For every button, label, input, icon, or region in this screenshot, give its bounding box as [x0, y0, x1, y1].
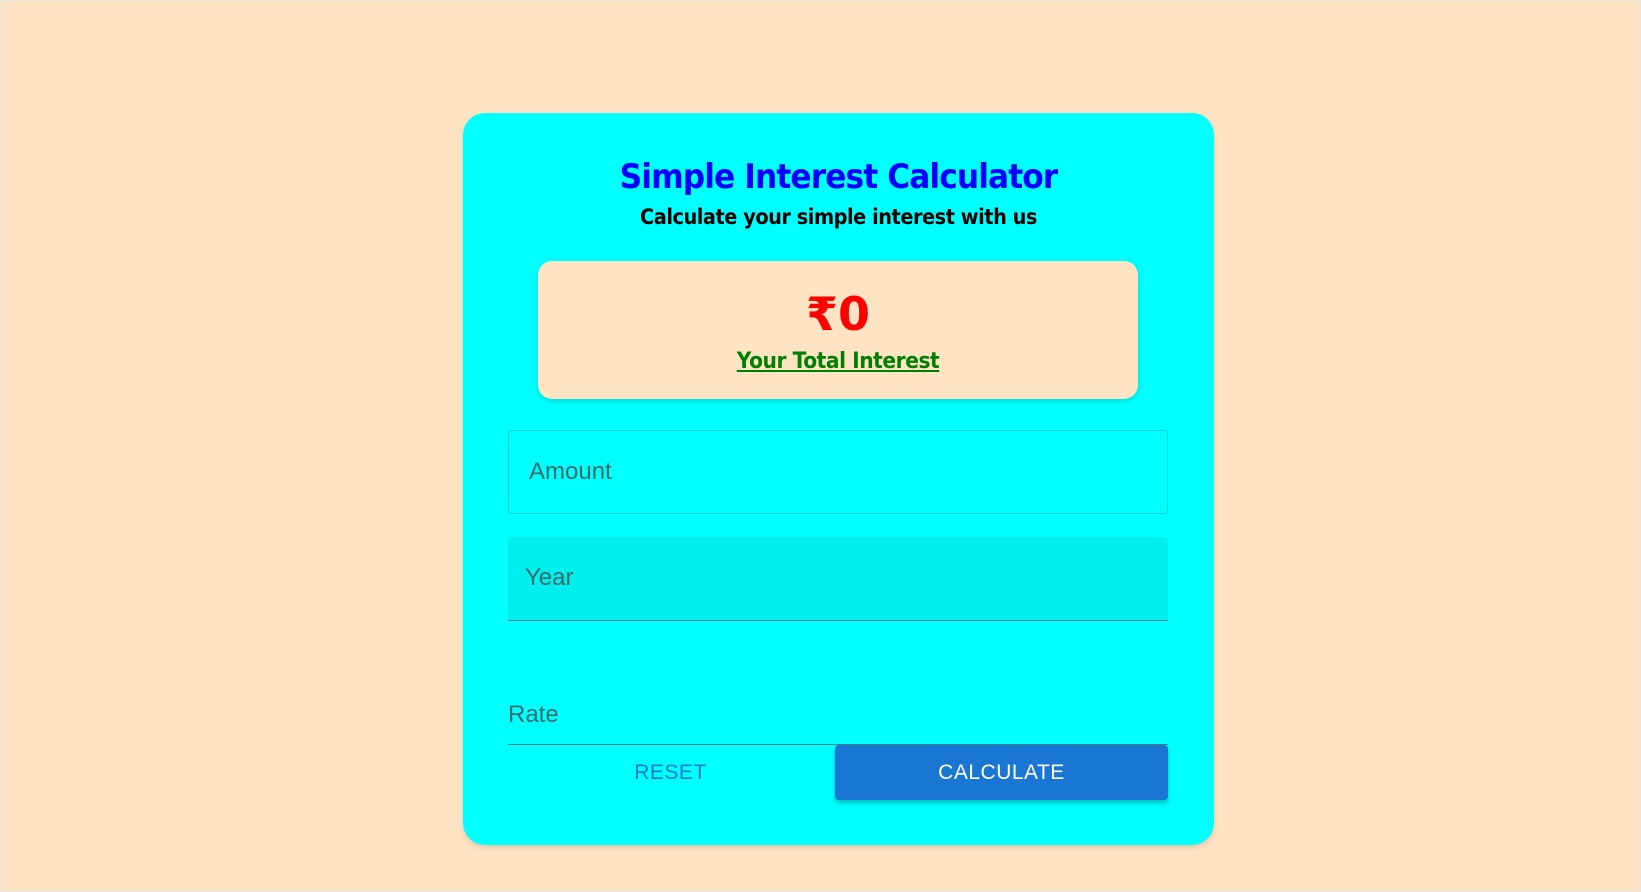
- amount-field[interactable]: Amount: [508, 430, 1168, 514]
- interest-label: Your Total Interest: [736, 349, 940, 374]
- interest-value: ₹0: [805, 287, 870, 341]
- amount-placeholder: Amount: [529, 458, 612, 485]
- page-subtitle: Calculate your simple interest with us: [640, 205, 1037, 229]
- rate-field[interactable]: Rate: [508, 661, 1168, 745]
- reset-button[interactable]: RESET: [508, 745, 833, 801]
- year-field[interactable]: Year: [508, 537, 1168, 621]
- page-title: Simple Interest Calculator: [619, 157, 1059, 197]
- rate-placeholder: Rate: [508, 701, 559, 728]
- calculator-card: Simple Interest Calculator Calculate you…: [463, 113, 1214, 845]
- result-panel: ₹0 Your Total Interest: [538, 261, 1138, 399]
- calculate-button[interactable]: CALCULATE: [835, 745, 1168, 800]
- year-placeholder: Year: [525, 564, 574, 591]
